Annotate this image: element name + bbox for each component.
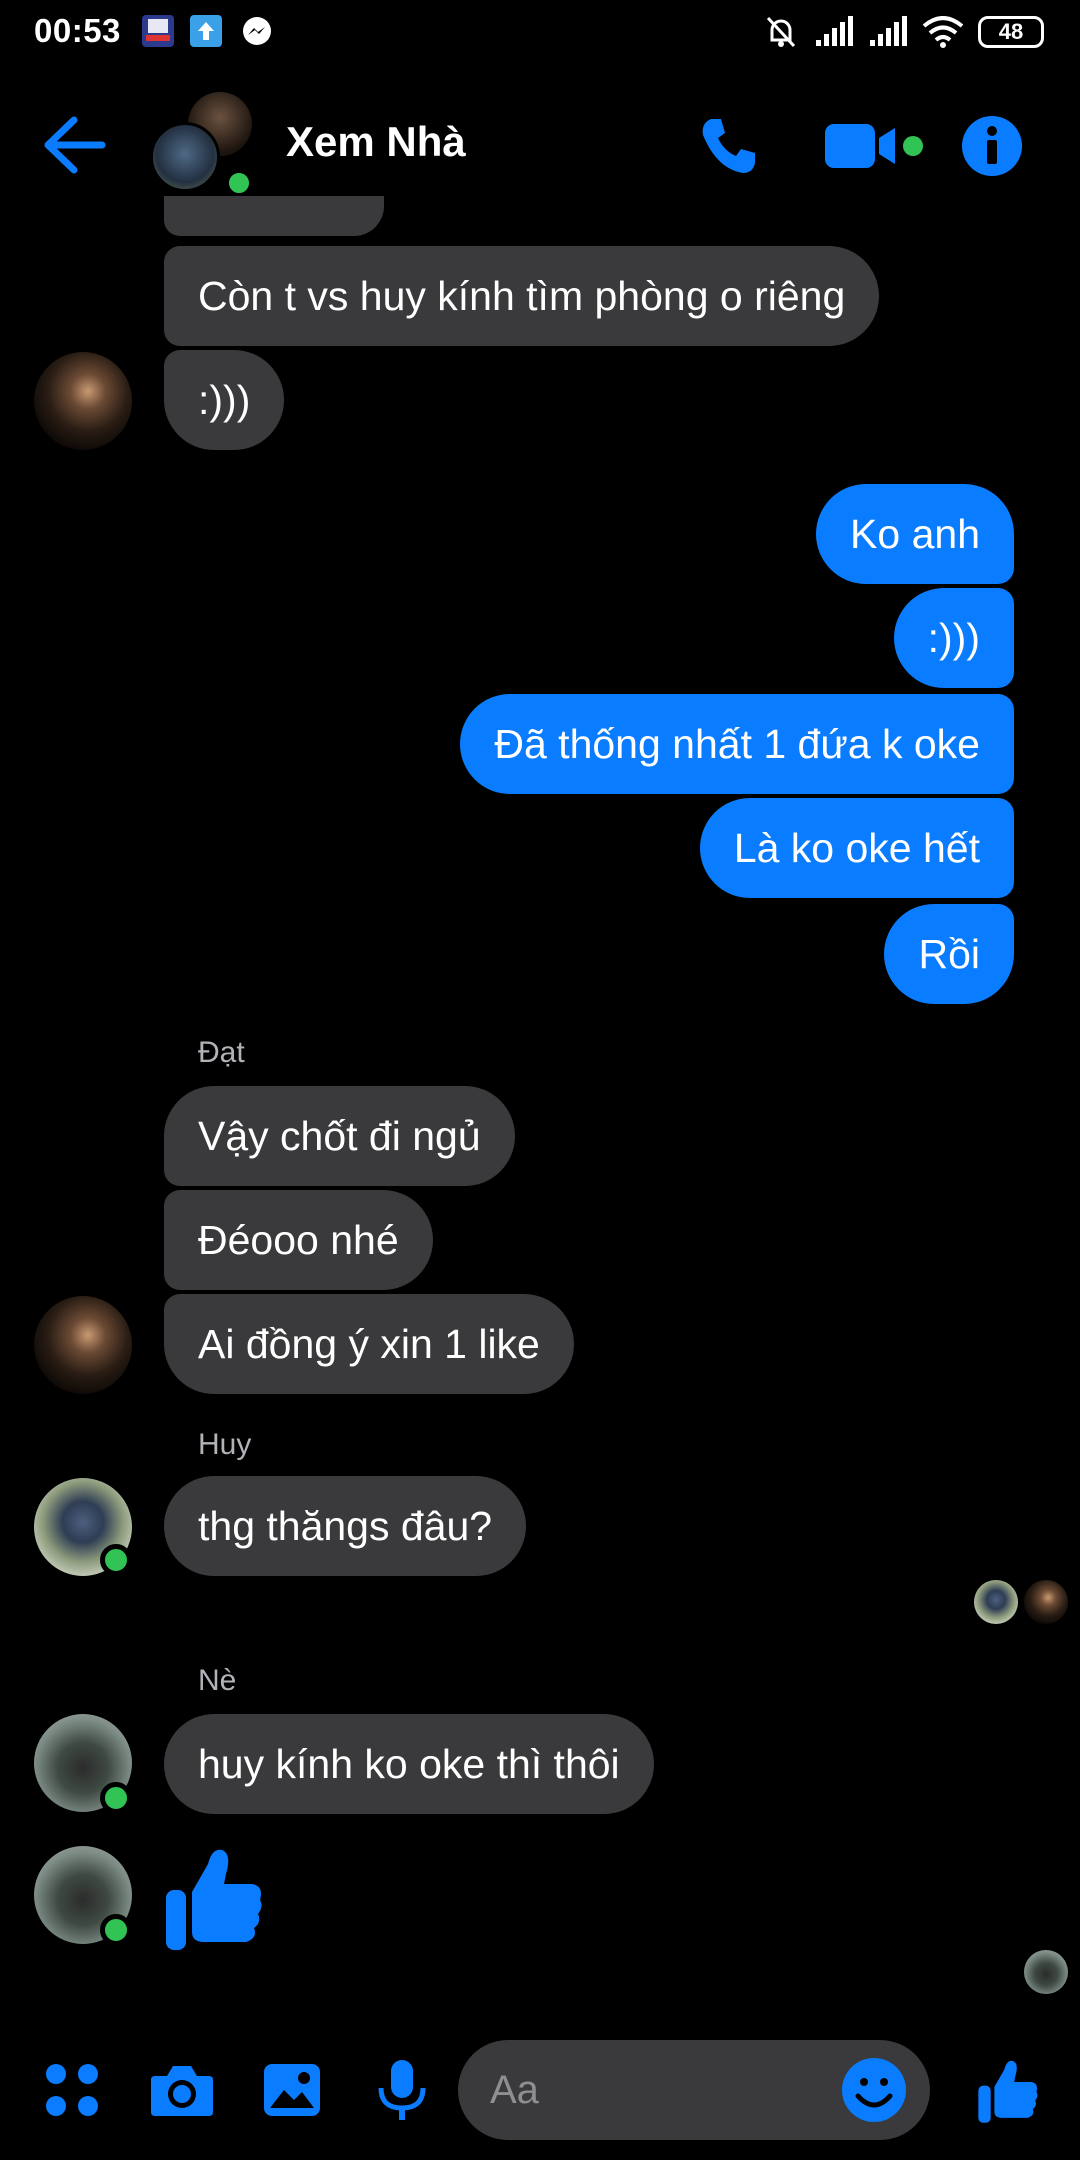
signal-icon <box>870 16 907 46</box>
emoji-button[interactable] <box>840 2056 908 2124</box>
silent-icon <box>766 16 796 48</box>
voice-button[interactable] <box>362 2050 442 2130</box>
like-button[interactable] <box>968 2050 1048 2130</box>
image-icon <box>264 2064 320 2116</box>
menu-grid-icon <box>46 2064 98 2116</box>
sender-name: Đạt <box>198 1036 245 1069</box>
message-bubble-partial[interactable] <box>164 196 384 236</box>
camera-icon <box>151 2066 213 2116</box>
thumbs-up-icon <box>166 1849 262 1950</box>
wifi-icon <box>922 16 964 48</box>
video-camera-icon <box>825 124 923 168</box>
online-indicator <box>224 168 254 198</box>
sender-name: Nè <box>198 1664 237 1697</box>
back-arrow-icon <box>44 116 106 174</box>
thumbs-up-message[interactable] <box>164 1842 264 1952</box>
gallery-button[interactable] <box>252 2050 332 2130</box>
message-bubble[interactable]: Rồi <box>884 904 1014 1004</box>
seen-avatar <box>1024 1580 1068 1624</box>
message-bubble[interactable]: Đéooo nhé <box>164 1190 433 1290</box>
sender-name: Huy <box>198 1428 252 1461</box>
message-bubble[interactable]: Ko anh <box>816 484 1014 584</box>
message-bubble[interactable]: Đã thống nhất 1 đứa k oke <box>460 694 1014 794</box>
message-bubble[interactable]: thg thăngs đâu? <box>164 1476 527 1576</box>
online-indicator <box>100 1544 132 1576</box>
message-bubble[interactable]: Vậy chốt đi ngủ <box>164 1086 515 1186</box>
message-bubble[interactable]: :))) <box>164 350 285 450</box>
phone-icon <box>702 119 755 173</box>
seen-avatar <box>974 1580 1018 1624</box>
back-button[interactable] <box>40 110 110 180</box>
status-indicators: 48 <box>762 14 1044 50</box>
message-bubble[interactable]: huy kính ko oke thì thôi <box>164 1714 654 1814</box>
message-input-box[interactable] <box>458 2040 930 2140</box>
message-bubble[interactable]: Là ko oke hết <box>699 798 1014 898</box>
signal-icon <box>816 16 853 46</box>
status-bar: 00:53 48 <box>0 0 1080 66</box>
bidv-app-icon <box>142 15 174 47</box>
thumbs-up-icon <box>978 2060 1038 2123</box>
info-button[interactable] <box>954 108 1030 184</box>
menu-button[interactable] <box>32 2050 112 2130</box>
voice-call-button[interactable] <box>690 108 766 184</box>
emoji-icon <box>842 2058 906 2122</box>
message-input[interactable] <box>490 2060 830 2120</box>
member-avatar <box>150 122 220 192</box>
messenger-icon <box>240 15 272 47</box>
online-indicator <box>100 1914 132 1946</box>
avatar-dat[interactable] <box>34 352 132 450</box>
chat-header: Xem Nhà <box>0 66 1080 224</box>
message-bubble[interactable]: Còn t vs huy kính tìm phòng o riêng <box>164 246 880 346</box>
message-composer <box>0 2030 1080 2160</box>
upload-icon <box>190 15 222 47</box>
avatar-dat[interactable] <box>34 1296 132 1394</box>
info-icon <box>962 116 1022 176</box>
battery-icon: 48 <box>978 16 1044 48</box>
seen-avatar <box>1024 1950 1068 1994</box>
camera-button[interactable] <box>142 2050 222 2130</box>
message-bubble[interactable]: :))) <box>893 588 1014 688</box>
status-time: 00:53 <box>34 12 121 49</box>
online-indicator <box>100 1782 132 1814</box>
group-avatar[interactable] <box>150 92 260 202</box>
video-call-button[interactable] <box>820 108 930 184</box>
chat-title[interactable]: Xem Nhà <box>286 118 466 166</box>
microphone-icon <box>378 2060 426 2120</box>
message-bubble[interactable]: Ai đồng ý xin 1 like <box>164 1294 574 1394</box>
